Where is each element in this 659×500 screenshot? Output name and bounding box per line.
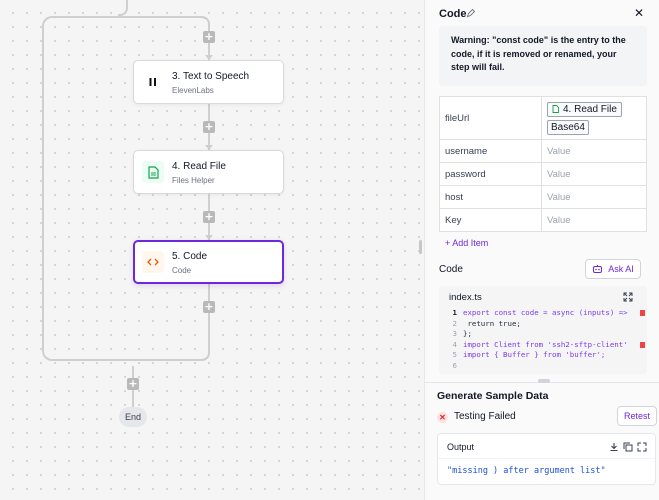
step-title: 3. Text to Speech: [172, 71, 250, 82]
line-number: 4: [452, 339, 457, 349]
code-text: import { Buffer } from 'buffer';: [463, 350, 606, 359]
table-row: Key Value: [439, 208, 647, 232]
loop-connector-top: [118, 0, 128, 16]
line-number: 6: [452, 360, 457, 370]
copy-icon[interactable]: [623, 442, 633, 452]
error-icon: ✕: [437, 412, 448, 423]
code-line: 4 import Client from 'ssh2-sftp-client': [439, 340, 647, 351]
step-text-to-speech[interactable]: 3. Text to Speech ElevenLabs: [133, 60, 284, 104]
code-text: return true;: [463, 318, 521, 328]
pencil-icon[interactable]: [466, 8, 476, 18]
close-icon[interactable]: ✕: [632, 6, 646, 20]
error-marker: [640, 310, 645, 316]
step-subtitle: ElevenLabs: [172, 86, 214, 95]
panel-resize-handle[interactable]: [419, 240, 422, 254]
code-line: 2 return true;: [439, 319, 647, 330]
code-section-label: Code: [439, 264, 463, 275]
loop-connector-right: [128, 16, 210, 34]
code-line: 5 import { Buffer } from 'buffer';: [439, 350, 647, 361]
generate-sample-data-title: Generate Sample Data: [437, 390, 549, 402]
step-subtitle: Code: [172, 266, 192, 275]
code-line: 3};: [439, 329, 647, 340]
code-text: import Client from 'ssh2-sftp-client': [463, 339, 628, 349]
arg-value[interactable]: 4. Read File Base64: [541, 96, 647, 140]
add-step-button[interactable]: +: [203, 31, 215, 43]
code-line: 1 export const code = async (inputs) =>: [439, 308, 647, 319]
variable-chip[interactable]: 4. Read File: [547, 101, 622, 117]
line-number: 2: [452, 318, 457, 328]
step-title: 5. Code: [172, 251, 208, 262]
drag-handle[interactable]: [538, 379, 550, 383]
code-icon: [142, 251, 164, 273]
expand-icon[interactable]: [637, 442, 647, 452]
output-separator: [438, 458, 655, 459]
step-subtitle: Files Helper: [172, 176, 215, 185]
ask-ai-button[interactable]: Ask AI: [585, 259, 641, 279]
arg-value[interactable]: Value: [541, 185, 647, 209]
arg-value[interactable]: Value: [541, 139, 647, 163]
add-step-button[interactable]: +: [203, 211, 215, 223]
end-node: End: [119, 407, 147, 427]
line-number: 5: [452, 350, 457, 359]
code-text: };: [463, 329, 472, 338]
loop-connector-bottom: [128, 330, 210, 361]
arg-key-input[interactable]: Key: [439, 208, 542, 232]
code-editor[interactable]: index.ts 1 export const code = async (inp…: [439, 286, 647, 374]
code-lines[interactable]: 1 export const code = async (inputs) => 2…: [439, 308, 647, 371]
pause-icon: [142, 71, 164, 93]
add-item-button[interactable]: + Add Item: [445, 238, 488, 248]
table-row: password Value: [439, 162, 647, 186]
step-title: 4. Read File: [172, 161, 226, 172]
arg-key[interactable]: username: [439, 139, 542, 163]
arg-value[interactable]: Value: [541, 162, 647, 186]
panel-title: Code: [439, 8, 467, 20]
warning-message: Warning: "const code" is the entry to th…: [439, 26, 647, 86]
code-text: export const code = async (inputs) =>: [463, 308, 628, 317]
expand-icon[interactable]: [623, 292, 633, 302]
line-number: 1: [452, 308, 457, 317]
step-code[interactable]: 5. Code Code: [133, 240, 284, 284]
line-number: 3: [452, 329, 457, 338]
file-icon: [142, 161, 164, 183]
table-row: fileUrl 4. Read File Base64: [439, 96, 647, 140]
arg-key[interactable]: fileUrl: [439, 96, 542, 140]
output-box: Output "missing ) after argument list": [437, 433, 656, 485]
arg-value-input[interactable]: Value: [541, 208, 647, 232]
download-icon[interactable]: [609, 442, 619, 452]
output-label: Output: [447, 442, 475, 452]
output-text: "missing ) after argument list": [447, 466, 606, 476]
add-step-button[interactable]: +: [127, 378, 139, 390]
step-read-file[interactable]: 4. Read File Files Helper: [133, 150, 284, 194]
retest-button[interactable]: Retest: [617, 406, 657, 426]
code-line: 6: [439, 361, 647, 372]
variable-chip-path[interactable]: Base64: [547, 119, 589, 135]
input-arguments-table: fileUrl 4. Read File Base64 username Val…: [439, 96, 647, 232]
step-settings-panel: Code ✕ Warning: "const code" is the entr…: [424, 0, 659, 500]
robot-icon: [593, 265, 603, 273]
add-step-button[interactable]: +: [203, 301, 215, 313]
arg-key[interactable]: password: [439, 162, 542, 186]
chip-label: 4. Read File: [563, 103, 617, 115]
test-status: Testing Failed: [454, 411, 516, 422]
error-marker: [640, 341, 645, 348]
flow-canvas[interactable]: + + + + + 3. Text to Speech ElevenLabs 4…: [0, 0, 424, 500]
table-row: username Value: [439, 139, 647, 163]
file-icon: [552, 105, 559, 113]
arg-key[interactable]: host: [439, 185, 542, 209]
ask-ai-label: Ask AI: [608, 264, 634, 274]
add-step-button[interactable]: +: [203, 121, 215, 133]
table-row: host Value: [439, 185, 647, 209]
editor-filename: index.ts: [449, 292, 482, 303]
